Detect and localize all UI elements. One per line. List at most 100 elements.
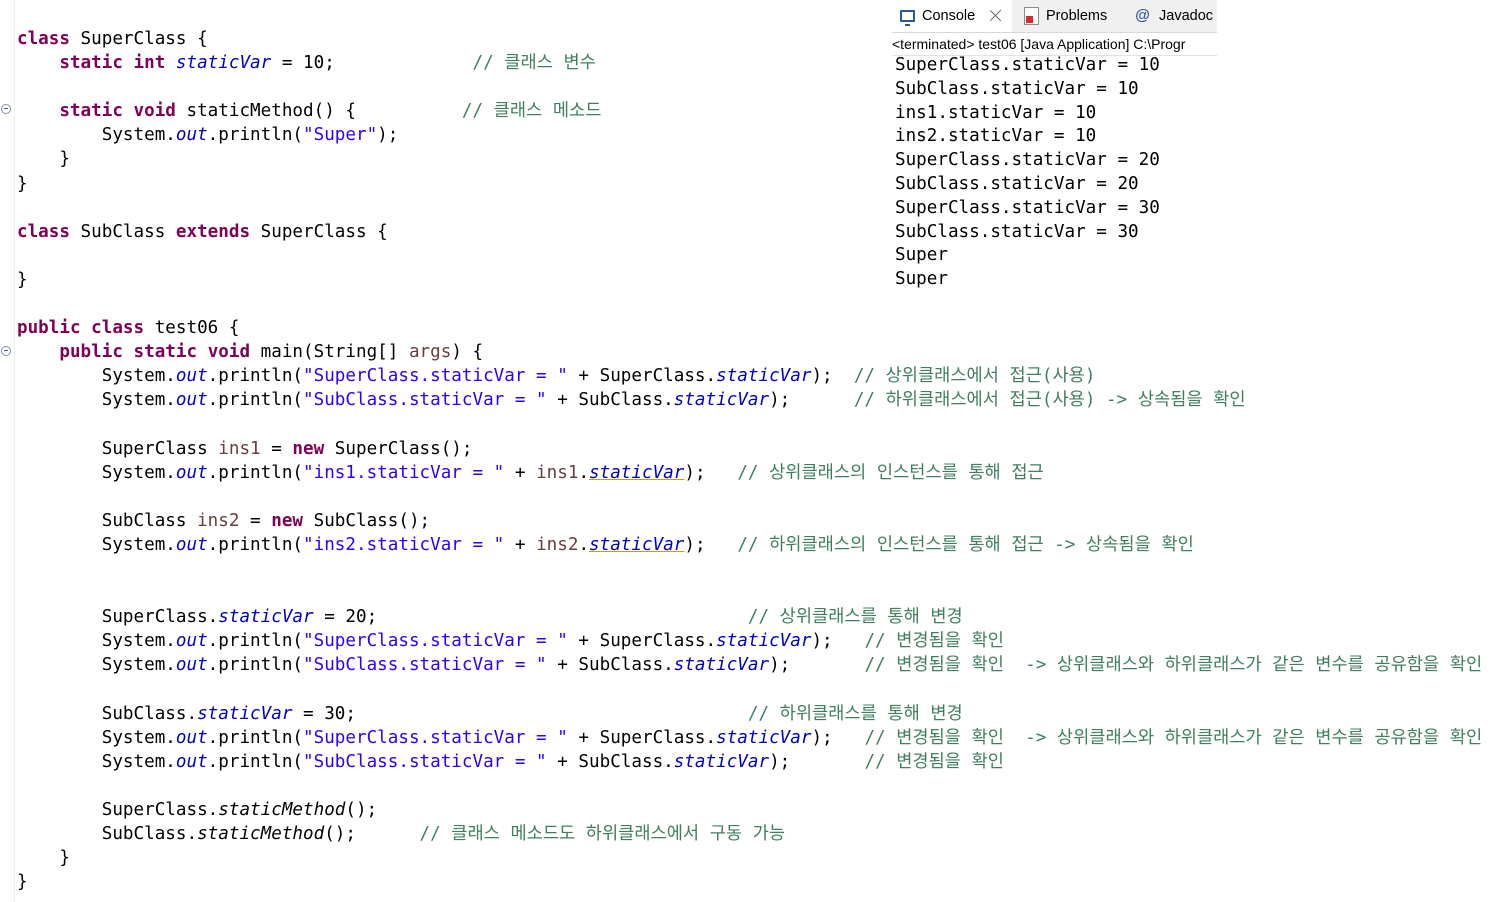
console-output[interactable]: SuperClass.staticVar = 10 SubClass.static… (895, 54, 1160, 292)
code-line: public class test06 { (17, 316, 1482, 340)
code-line: SubClass.staticMethod(); // 클래스 메소드도 하위클… (17, 822, 1482, 846)
tab-console[interactable]: Console (892, 0, 1012, 32)
close-icon[interactable] (990, 7, 1002, 23)
code-token: System. (17, 366, 176, 387)
code-token: class (91, 318, 145, 339)
code-token: staticVar (716, 366, 812, 387)
code-token: + SuperClass. (567, 727, 717, 748)
code-token: ); (377, 125, 399, 146)
code-line: } (17, 870, 1482, 894)
code-token: + (504, 462, 537, 483)
code-token: SuperClass. (17, 607, 219, 628)
code-token: new (292, 438, 325, 459)
code-token: test06 { (144, 318, 240, 339)
code-token: int (133, 53, 166, 74)
code-token: out (175, 390, 208, 411)
console-output-line: SubClass.staticVar = 30 (895, 221, 1139, 242)
code-token: "SubClass.staticVar = " (303, 751, 547, 772)
fold-toggle-icon[interactable] (1, 104, 11, 114)
code-token: "SuperClass.staticVar = " (303, 727, 568, 748)
tab-problems[interactable]: Problems (1016, 0, 1107, 32)
code-token: = (239, 510, 272, 531)
code-token: System. (17, 125, 176, 146)
code-token: ins1 (218, 438, 261, 459)
code-token: staticVar (716, 727, 812, 748)
code-line: } (17, 846, 1482, 870)
fold-toggle-icon[interactable] (1, 346, 11, 356)
code-token: + SuperClass. (567, 366, 717, 387)
code-token: ins2 (197, 510, 240, 531)
code-token: // 클래스 메소드도 하위클래스에서 구동 가능 (419, 824, 786, 845)
code-token: } (17, 149, 70, 170)
code-token: ); (811, 631, 865, 652)
code-token: .println( (207, 751, 304, 772)
code-token: (); (345, 800, 378, 820)
code-token: System. (17, 534, 176, 555)
code-token: ); (769, 390, 854, 411)
code-token: out (175, 631, 208, 652)
code-token: staticVar (716, 631, 812, 652)
code-token: . (578, 462, 590, 483)
code-line: System.out.println("SuperClass.staticVar… (17, 726, 1482, 750)
code-token: staticMethod (218, 800, 346, 820)
code-token: SubClass (17, 510, 198, 531)
code-token: = 10; (271, 53, 473, 74)
code-token: + SubClass. (546, 751, 674, 772)
console-icon (900, 10, 915, 26)
code-token: ); (684, 462, 738, 483)
code-token: ); (684, 534, 738, 555)
code-token: staticVar (673, 390, 770, 411)
code-line: SubClass ins2 = new SubClass(); (17, 509, 1482, 533)
code-token: .println( (207, 125, 304, 146)
console-output-line: Super (895, 269, 948, 290)
code-line: SuperClass.staticMethod(); (17, 798, 1482, 822)
code-token: staticMethod (197, 824, 325, 845)
code-token: "SuperClass.staticVar = " (303, 631, 568, 652)
code-token: ins1 (536, 462, 579, 483)
code-token: void (207, 342, 251, 363)
code-token: out (175, 751, 208, 772)
code-token: main(String[] (250, 342, 409, 363)
code-token: SubClass. (17, 703, 198, 724)
code-token: .println( (207, 631, 304, 652)
code-token: ) { (451, 342, 484, 363)
code-line: System.out.println("SubClass.staticVar =… (17, 388, 1482, 412)
code-token: "ins1.staticVar = " (303, 462, 505, 483)
code-token: staticVar (589, 462, 685, 483)
code-token: out (175, 462, 208, 483)
console-output-line: SubClass.staticVar = 20 (895, 173, 1139, 194)
code-token: = 20; (313, 607, 748, 628)
code-token: .println( (207, 534, 304, 555)
code-token: System. (17, 751, 176, 772)
code-token: ); (811, 366, 854, 387)
view-tab-bar: Console Problems @ Javadoc (892, 0, 1217, 33)
code-token: = 30; (292, 703, 748, 724)
code-line: System.out.println("SuperClass.staticVar… (17, 629, 1482, 653)
code-token: "SuperClass.staticVar = " (303, 366, 568, 387)
code-token: // 변경됨을 확인 (864, 751, 1004, 772)
code-line: System.out.println("SubClass.staticVar =… (17, 750, 1482, 774)
console-output-line: SuperClass.staticVar = 30 (895, 197, 1160, 218)
code-line: SuperClass ins1 = new SuperClass(); (17, 437, 1482, 461)
code-token: + SubClass. (546, 655, 674, 676)
tab-javadoc[interactable]: @ Javadoc (1127, 0, 1213, 32)
code-token: } (17, 173, 28, 194)
code-token: ); (769, 655, 865, 676)
tab-console-label: Console (922, 8, 976, 24)
code-token: .println( (207, 727, 304, 748)
code-token: class (17, 29, 70, 49)
code-token: ); (769, 751, 865, 772)
code-token: SuperClass. (17, 800, 219, 820)
code-token: } (17, 872, 28, 893)
code-token: SubClass. (17, 824, 198, 845)
console-output-line: ins1.staticVar = 10 (895, 102, 1097, 123)
